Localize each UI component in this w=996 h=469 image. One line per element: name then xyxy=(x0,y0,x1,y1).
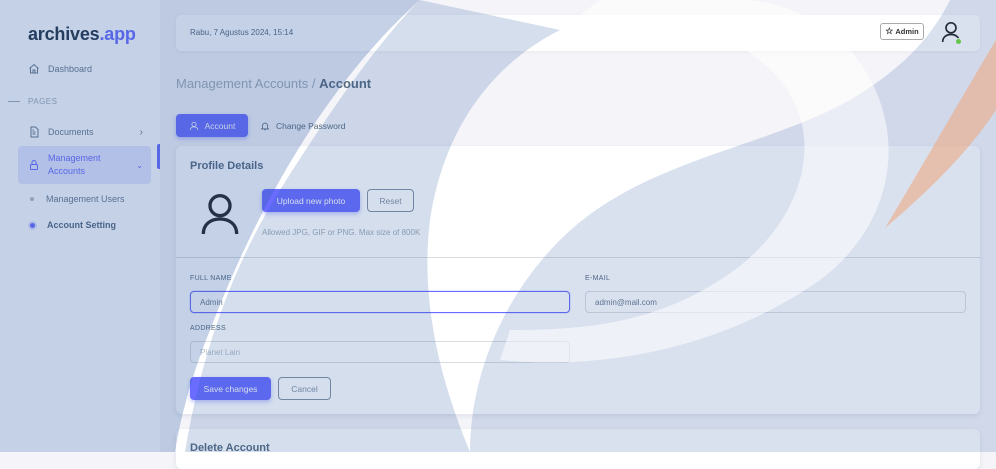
upload-hint: Allowed JPG, GIF or PNG. Max size of 800… xyxy=(262,228,421,237)
user-icon xyxy=(189,121,198,130)
bell-icon xyxy=(260,122,270,130)
sidebar-subitem-account-setting[interactable]: Account Setting xyxy=(30,220,116,230)
brand-suffix: .app xyxy=(99,24,136,44)
lock-icon xyxy=(28,159,40,171)
bullet-icon xyxy=(30,197,34,201)
sidebar-item-label: Management Accounts xyxy=(48,152,101,178)
address-label: ADDRESS xyxy=(190,325,226,332)
upload-photo-button[interactable]: Upload new photo xyxy=(262,189,360,212)
tab-account[interactable]: Account xyxy=(176,114,248,137)
section-label: PAGES xyxy=(28,97,58,106)
subitem-label: Management Users xyxy=(46,194,125,204)
email-input[interactable]: admin@mail.com xyxy=(585,291,966,313)
divider xyxy=(176,257,980,258)
brand-name: archives xyxy=(28,24,100,44)
sidebar-item-documents[interactable]: Documents › xyxy=(18,119,151,145)
active-indicator xyxy=(157,144,160,169)
sidebar-item-dashboard[interactable]: Dashboard xyxy=(18,56,151,82)
address-input[interactable]: Planet Lain xyxy=(190,341,570,363)
app-logo[interactable]: archives.app xyxy=(28,24,136,45)
sidebar-item-label: Documents xyxy=(48,127,94,137)
sidebar-section-pages: PAGES xyxy=(8,97,57,106)
full-name-label: FULL NAME xyxy=(190,275,232,282)
sidebar-item-management-accounts[interactable]: Management Accounts ⌄ xyxy=(18,146,151,184)
delete-account-card: Delete Account xyxy=(176,429,980,469)
profile-details-card: Profile Details Upload new photo Reset A… xyxy=(176,146,980,414)
reset-photo-button[interactable]: Reset xyxy=(367,189,414,212)
star-icon: ☆ xyxy=(885,26,894,36)
role-label: Admin xyxy=(895,27,919,36)
save-changes-button[interactable]: Save changes xyxy=(190,377,271,400)
subitem-label: Account Setting xyxy=(47,220,116,230)
tab-change-password[interactable]: Change Password xyxy=(260,114,345,137)
breadcrumb-parent[interactable]: Management Accounts / xyxy=(176,76,315,91)
card-title: Delete Account xyxy=(190,442,270,454)
card-title: Profile Details xyxy=(190,160,264,172)
role-badge[interactable]: ☆ Admin xyxy=(880,23,924,40)
breadcrumb: Management Accounts / Account xyxy=(176,76,371,91)
cancel-button[interactable]: Cancel xyxy=(278,377,331,400)
sidebar-subitem-management-users[interactable]: Management Users xyxy=(30,194,125,204)
chevron-right-icon: › xyxy=(139,126,143,138)
home-icon xyxy=(28,63,40,75)
profile-avatar-icon xyxy=(201,194,239,235)
current-datetime: Rabu, 7 Agustus 2024, 15:14 xyxy=(190,28,294,37)
tab-label: Change Password xyxy=(276,120,346,131)
full-name-input[interactable]: Admin xyxy=(190,291,570,313)
label-line-2: Accounts xyxy=(48,166,86,176)
top-navbar: Rabu, 7 Agustus 2024, 15:14 ☆ Admin xyxy=(176,15,980,51)
bullet-icon xyxy=(30,222,35,228)
document-icon xyxy=(28,126,40,138)
sidebar-item-label: Dashboard xyxy=(48,64,93,74)
online-status-dot xyxy=(955,38,962,45)
breadcrumb-current: Account xyxy=(319,76,372,91)
sidebar: archives.app Dashboard PAGES Documents ›… xyxy=(0,0,160,452)
tab-label: Account xyxy=(204,120,236,131)
label-line-1: Management xyxy=(48,153,101,163)
chevron-down-icon: ⌄ xyxy=(136,160,143,170)
email-label: E-MAIL xyxy=(585,275,611,282)
